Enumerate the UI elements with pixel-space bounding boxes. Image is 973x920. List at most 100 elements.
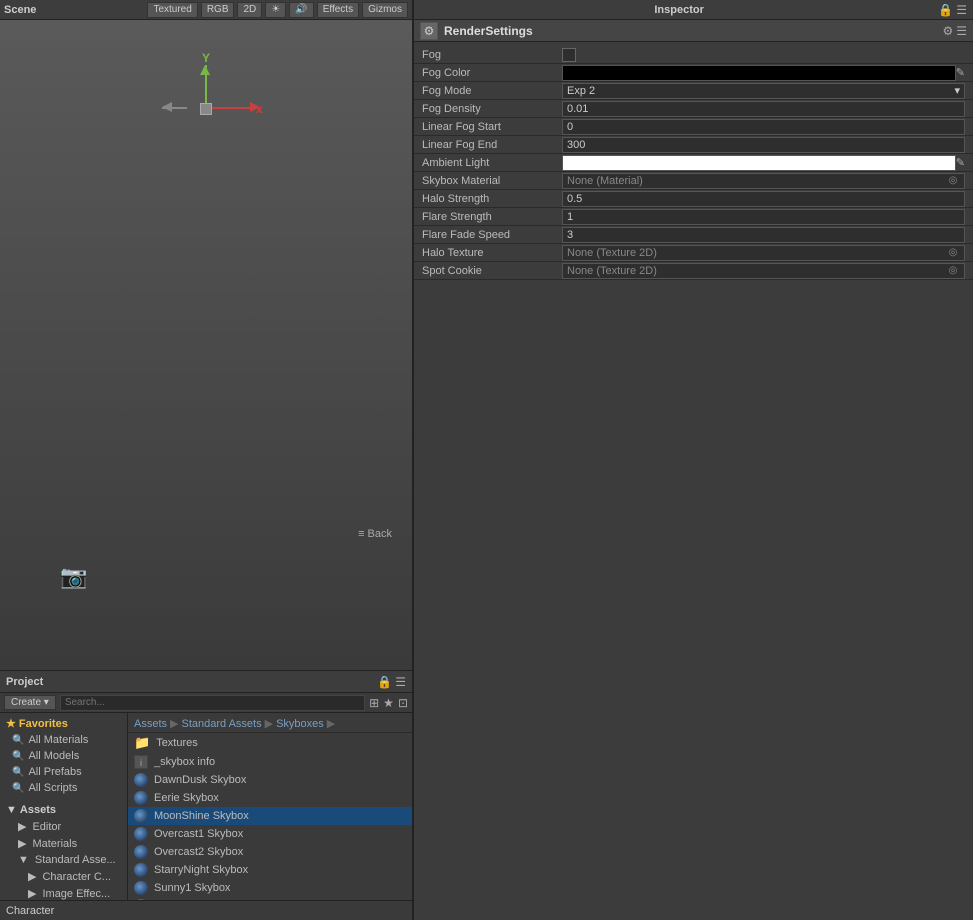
fav-all-materials[interactable]: 🔍 All Materials [0,732,127,748]
character-tab[interactable]: Character [6,905,54,917]
file-item[interactable]: Eerie Skybox [128,789,412,807]
skybox-icon [134,863,148,877]
fog-checkbox[interactable] [562,48,576,62]
label-fog-mode: Fog Mode [422,85,562,97]
fog-color-swatch[interactable] [562,65,956,81]
star-filter-icon[interactable]: ★ [383,696,394,710]
scene-header: Scene Textured RGB 2D ☀ 🔊 Effects Gizmos [0,0,412,20]
inspector-menu-btn[interactable]: ☰ [956,3,967,17]
skybox-material-value: None (Material) [567,175,643,187]
label-spot-cookie: Spot Cookie [422,265,562,277]
skybox-icon [134,881,148,895]
fog-mode-arrow: ▾ [954,84,960,97]
breadcrumb-assets[interactable]: Assets [134,718,167,730]
breadcrumb: Assets ▶ Standard Assets ▶ Skyboxes ▶ [128,715,412,733]
sun-btn[interactable]: ☀ [265,2,286,18]
expand-icon[interactable]: ⊡ [398,696,408,710]
left-panel: Scene Textured RGB 2D ☀ 🔊 Effects Gizmos [0,0,413,920]
filter-icon[interactable]: ⊞ [369,696,379,710]
file-label: StarryNight Skybox [154,864,248,876]
linear-fog-start-input[interactable] [562,119,965,135]
effects-btn[interactable]: Effects [317,2,359,18]
file-item[interactable]: i_skybox info [128,753,412,771]
rgb-btn[interactable]: RGB [201,2,235,18]
flare-fade-speed-input[interactable] [562,227,965,243]
file-item[interactable]: 📁Textures [128,733,412,753]
spot-cookie-pick-btn[interactable]: ◎ [946,264,960,278]
folder-icon-materials: ▶ [18,837,26,850]
file-item[interactable]: StarryNight Skybox [128,861,412,879]
lock-icon[interactable]: 🔒 [377,675,392,689]
skybox-material-field[interactable]: None (Material) ◎ [562,173,965,189]
assets-section[interactable]: ▼ Assets [0,802,127,818]
halo-texture-pick-btn[interactable]: ◎ [946,246,960,260]
tree-image-effects[interactable]: ▶ Image Effec... [0,885,127,900]
fav-all-scripts[interactable]: 🔍 All Scripts [0,780,127,796]
fav-all-prefabs[interactable]: 🔍 All Prefabs [0,764,127,780]
file-item[interactable]: DawnDusk Skybox [128,771,412,789]
audio-btn[interactable]: 🔊 [289,2,313,18]
skybox-icon [134,791,148,805]
assets-arrow: ▼ [6,804,17,816]
label-fog-density: Fog Density [422,103,562,115]
fog-density-input[interactable] [562,101,965,117]
tree-standard-assets[interactable]: ▼ Standard Asse... [0,852,127,868]
scene-title: Scene [4,4,36,16]
ambient-color-swatch[interactable] [562,155,956,171]
create-button[interactable]: Create ▾ [4,695,56,710]
search-icon-models: 🔍 [12,751,24,762]
file-item[interactable]: Overcast1 Skybox [128,825,412,843]
prop-spot-cookie: Spot Cookie None (Texture 2D) ◎ [414,262,973,280]
x-axis [212,107,252,109]
tree-character[interactable]: ▶ Character C... [0,868,127,885]
camera-icon: 📷 [60,564,87,590]
spot-cookie-field[interactable]: None (Texture 2D) ◎ [562,263,965,279]
transform-gizmo: Y x [176,65,236,145]
fog-color-edit-btn[interactable]: ✎ [956,66,965,79]
tree-materials-label: Materials [32,838,77,850]
file-item[interactable]: Sunny1 Skybox [128,879,412,897]
file-item[interactable]: MoonShine Skybox [128,807,412,825]
favorites-panel: ★ Favorites 🔍 All Materials 🔍 All Models… [0,713,128,900]
file-label: MoonShine Skybox [154,810,249,822]
prop-fog-mode: Fog Mode Exp 2 ▾ [414,82,973,100]
favorites-title: ★ Favorites [0,715,127,732]
file-item[interactable]: Overcast2 Skybox [128,843,412,861]
label-linear-fog-end: Linear Fog End [422,139,562,151]
project-title: Project [6,676,43,688]
inspector-title: Inspector [420,4,938,16]
component-expand-btn[interactable]: ☰ [956,24,967,38]
gizmos-btn[interactable]: Gizmos [362,2,408,18]
fav-label-models: All Models [28,750,79,762]
prop-fog: Fog [414,46,973,64]
halo-texture-value: None (Texture 2D) [567,247,657,259]
files-panel: Assets ▶ Standard Assets ▶ Skyboxes ▶ 📁T… [128,713,412,900]
tree-editor[interactable]: ▶ Editor [0,818,127,835]
main-layout: Scene Textured RGB 2D ☀ 🔊 Effects Gizmos [0,0,973,920]
breadcrumb-standard-assets[interactable]: Standard Assets [181,718,261,730]
prop-linear-fog-end: Linear Fog End [414,136,973,154]
halo-strength-input[interactable] [562,191,965,207]
menu-icon[interactable]: ☰ [395,675,406,689]
fav-all-models[interactable]: 🔍 All Models [0,748,127,764]
flare-strength-input[interactable] [562,209,965,225]
linear-fog-end-input[interactable] [562,137,965,153]
tree-char-label: Character C... [42,871,110,883]
fog-mode-select[interactable]: Exp 2 ▾ [562,83,965,99]
search-input[interactable] [60,695,365,711]
skybox-material-pick-btn[interactable]: ◎ [946,174,960,188]
tree-materials[interactable]: ▶ Materials [0,835,127,852]
inspector-lock-btn[interactable]: 🔒 [938,3,953,17]
component-btns: ⚙ ☰ [942,24,967,38]
halo-texture-field[interactable]: None (Texture 2D) ◎ [562,245,965,261]
2d-btn[interactable]: 2D [237,2,262,18]
breadcrumb-skyboxes[interactable]: Skyboxes [276,718,324,730]
project-toolbar: Create ▾ ⊞ ★ ⊡ [0,693,412,713]
scene-viewport-inner: Y x ≡ Back 📷 [0,20,412,670]
component-settings-btn[interactable]: ⚙ [942,24,953,38]
textured-btn[interactable]: Textured [147,2,197,18]
search-icon-materials: 🔍 [12,735,24,746]
inspector-panel: Inspector 🔒 ☰ ⚙ RenderSettings ⚙ ☰ Fog [413,0,973,920]
tree-sa-label: Standard Asse... [35,854,116,866]
ambient-edit-btn[interactable]: ✎ [956,156,965,169]
